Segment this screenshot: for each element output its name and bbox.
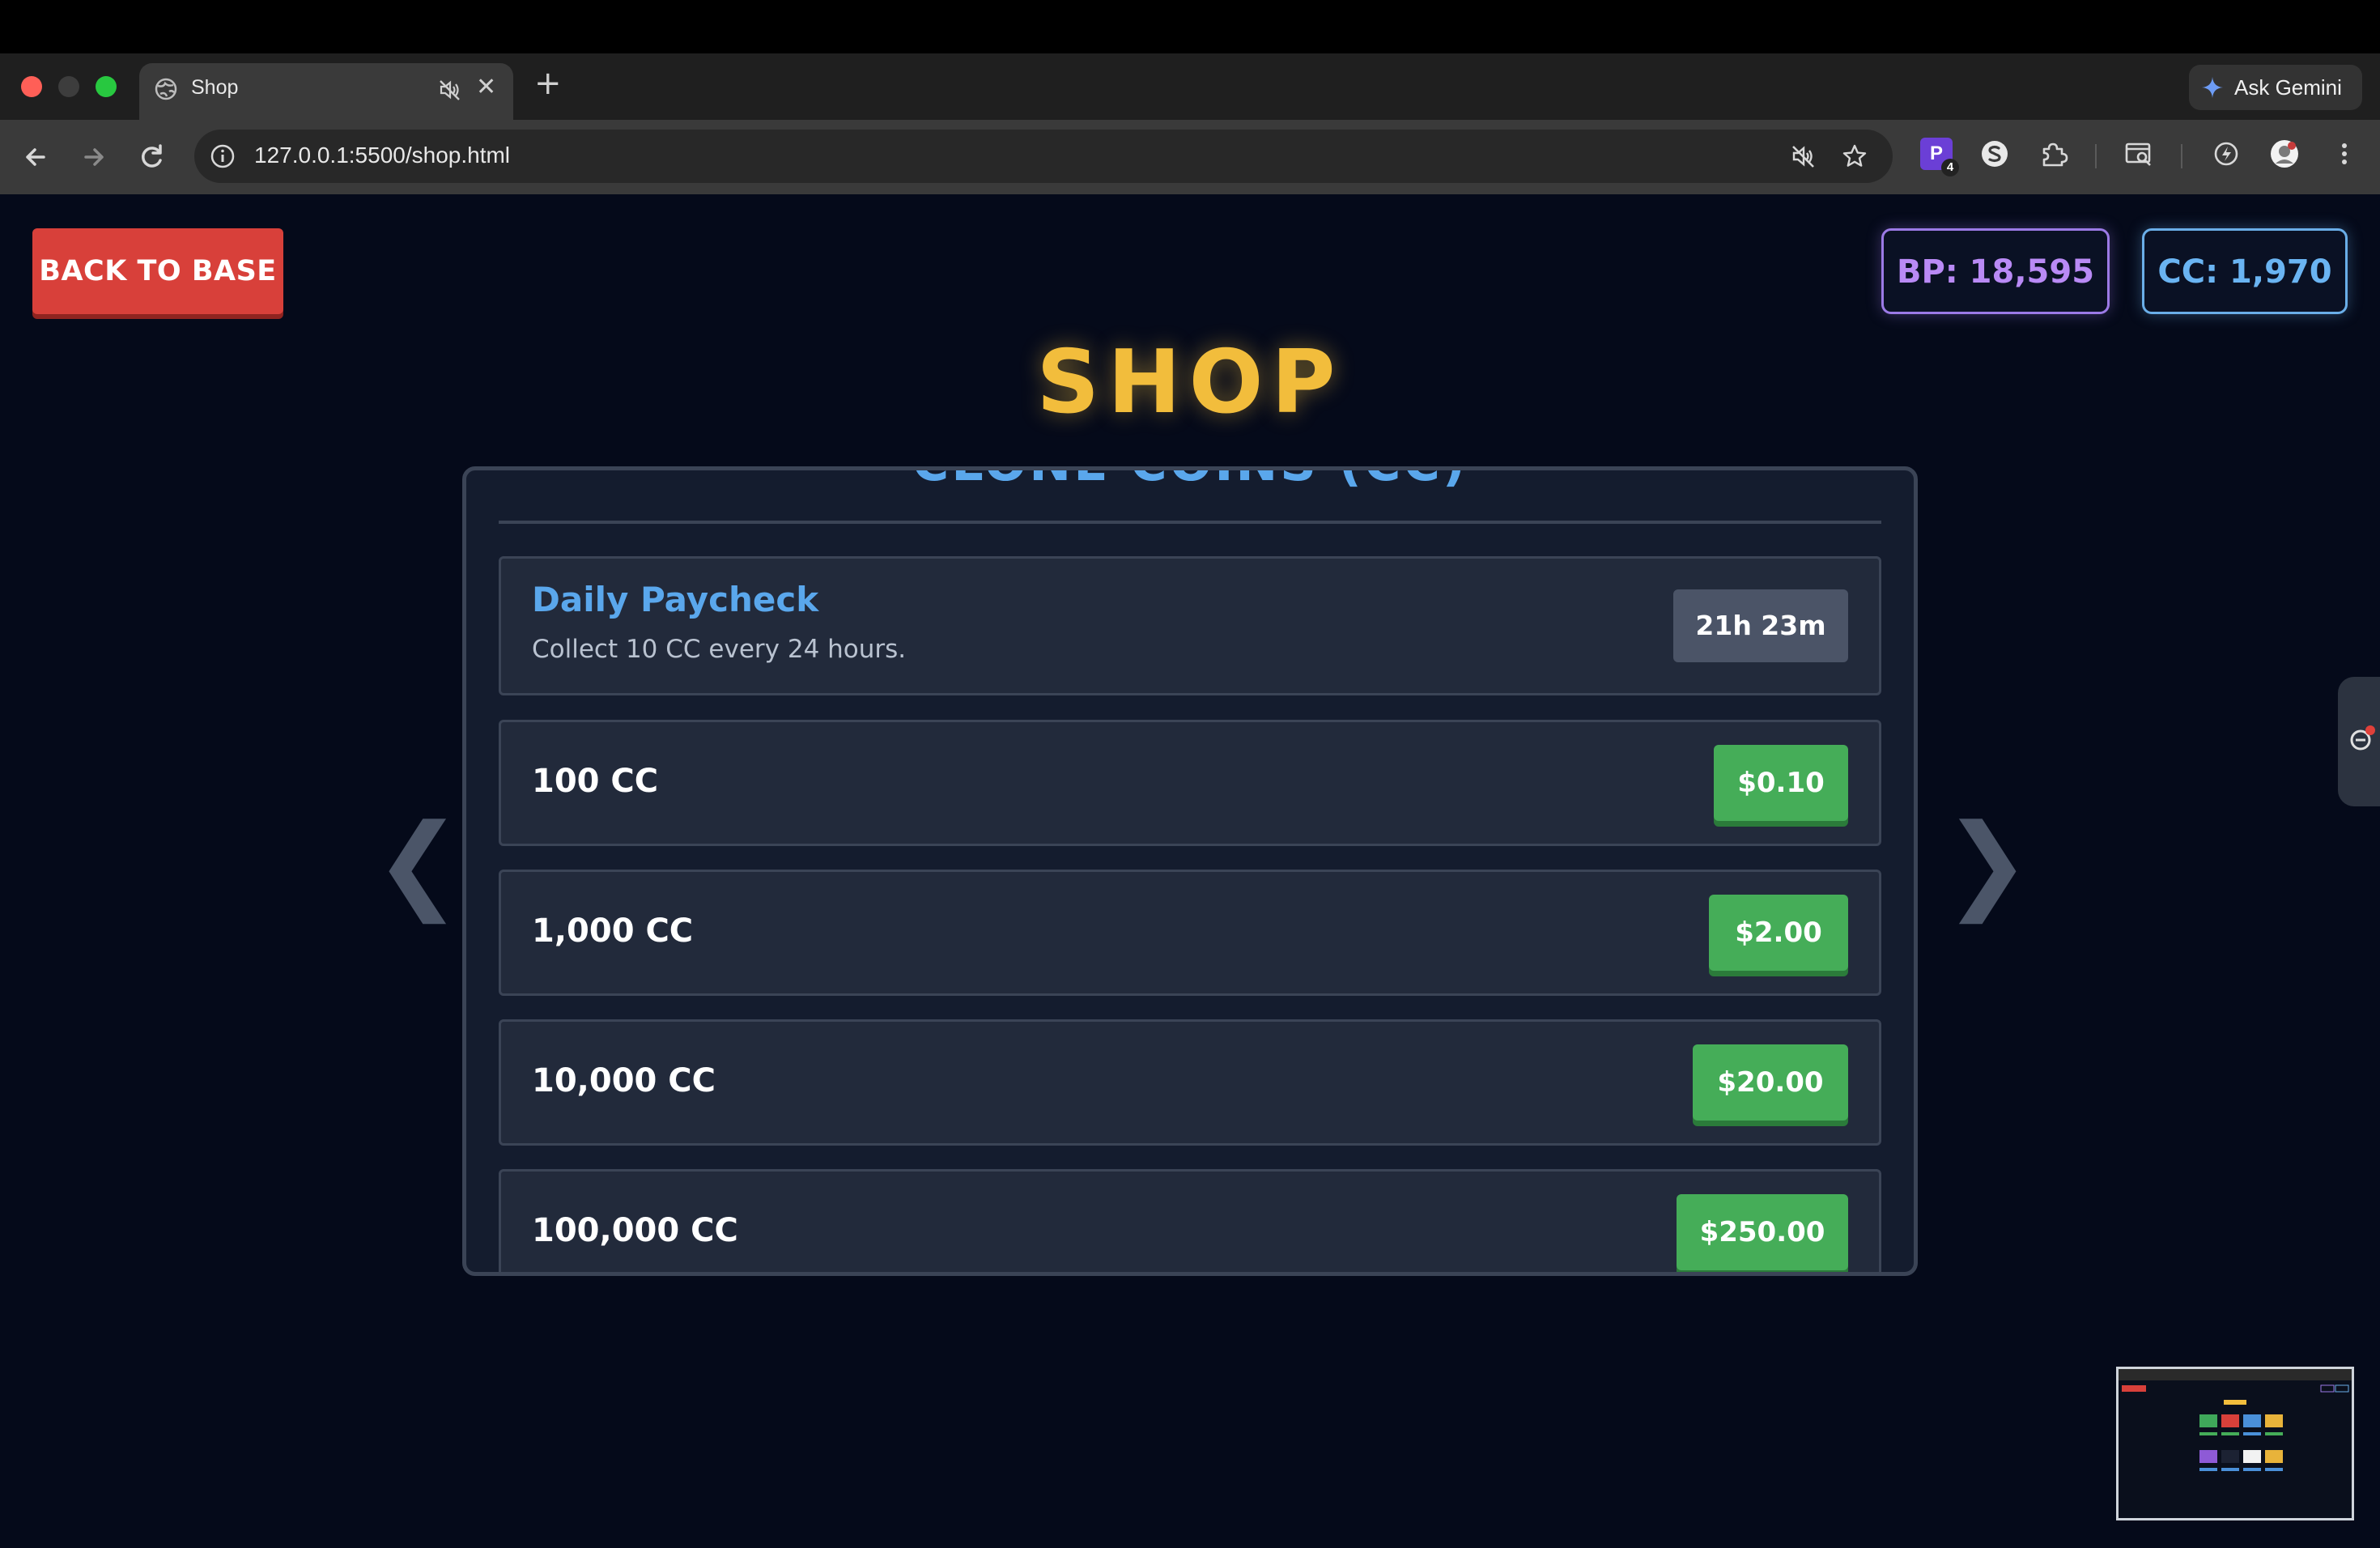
site-muted-icon[interactable] (1789, 142, 1817, 170)
bp-balance-badge: BP: 18,595 (1881, 228, 2110, 314)
buy-button[interactable]: $2.00 (1709, 895, 1848, 971)
preview-thumbnail[interactable] (2116, 1367, 2354, 1520)
new-tab-button[interactable]: + (534, 65, 562, 102)
preview-image (2119, 1369, 2352, 1471)
tab-shop[interactable]: Shop ✕ (139, 63, 513, 120)
more-menu-icon[interactable] (2328, 138, 2361, 170)
side-panel-tab[interactable] (2338, 677, 2380, 806)
back-arrow-icon[interactable] (16, 138, 55, 176)
maximize-window-button[interactable] (96, 76, 117, 97)
extension-s-icon[interactable] (1978, 138, 2011, 170)
screen: Shop ✕ + Ask Gemini 127.0.0.1:5500/shop.… (0, 0, 2380, 1548)
extensions-puzzle-icon[interactable] (2037, 138, 2069, 170)
back-to-base-button[interactable]: BACK TO BASE (32, 228, 283, 314)
cc-balance-badge: CC: 1,970 (2142, 228, 2348, 314)
shop-page: BACK TO BASE BP: 18,595 CC: 1,970 SHOP ❮… (0, 194, 2380, 1548)
profile-avatar-icon[interactable] (2268, 138, 2301, 170)
extension-p-icon[interactable]: P 4 (1920, 138, 1959, 176)
gemini-sparkle-icon (2202, 77, 2223, 98)
list-item: 100,000 CC $250.00 (499, 1169, 1881, 1272)
tab-title: Shop (191, 76, 239, 99)
browser-toolbar: 127.0.0.1:5500/shop.html P 4 (0, 120, 2380, 194)
paycheck-description: Collect 10 CC every 24 hours. (532, 635, 907, 664)
shop-panel[interactable]: CLONE COINS (CC) Daily Paycheck Collect … (462, 466, 1918, 1276)
page-title: SHOP (1036, 332, 1344, 433)
cc-pack-label: 1,000 CC (532, 912, 694, 950)
toolbar-separator (2095, 144, 2097, 168)
tab-close-icon[interactable]: ✕ (476, 73, 496, 101)
reload-icon[interactable] (133, 138, 172, 176)
paycheck-timer-button[interactable]: 21h 23m (1673, 589, 1848, 662)
menu-bar-strip (0, 0, 2380, 53)
buy-button[interactable]: $250.00 (1677, 1194, 1848, 1270)
cc-pack-label: 10,000 CC (532, 1062, 716, 1099)
next-section-arrow[interactable]: ❯ (1943, 810, 2031, 915)
address-bar[interactable]: 127.0.0.1:5500/shop.html (194, 130, 1893, 183)
minimize-window-button[interactable] (58, 76, 79, 97)
site-info-icon[interactable] (209, 142, 236, 170)
forward-arrow-icon[interactable] (74, 138, 113, 176)
tab-muted-icon[interactable] (437, 78, 461, 102)
bookmark-star-icon[interactable] (1841, 142, 1868, 170)
section-title: CLONE COINS (CC) (466, 470, 1914, 492)
toolbar-separator (2181, 144, 2182, 168)
globe-icon (155, 78, 177, 100)
list-item: 100 CC $0.10 (499, 720, 1881, 846)
ask-gemini-label: Ask Gemini (2234, 75, 2342, 100)
extension-badge: 4 (1941, 159, 1959, 176)
cc-pack-label: 100,000 CC (532, 1212, 738, 1249)
section-divider (499, 521, 1881, 524)
list-item: 10,000 CC $20.00 (499, 1019, 1881, 1146)
buy-button[interactable]: $20.00 (1693, 1044, 1848, 1121)
ask-gemini-button[interactable]: Ask Gemini (2189, 65, 2362, 110)
url-text[interactable]: 127.0.0.1:5500/shop.html (254, 142, 510, 168)
previous-section-arrow[interactable]: ❮ (374, 810, 462, 915)
close-window-button[interactable] (21, 76, 42, 97)
paycheck-title: Daily Paycheck (532, 580, 819, 619)
buy-button[interactable]: $0.10 (1714, 745, 1848, 821)
tab-search-icon[interactable] (2123, 138, 2155, 170)
performance-icon[interactable] (2210, 138, 2242, 170)
list-item: 1,000 CC $2.00 (499, 870, 1881, 996)
cc-pack-label: 100 CC (532, 763, 659, 800)
daily-paycheck-card: Daily Paycheck Collect 10 CC every 24 ho… (499, 556, 1881, 695)
assistant-icon (2350, 725, 2375, 751)
extension-p-letter: P (1929, 142, 1943, 164)
